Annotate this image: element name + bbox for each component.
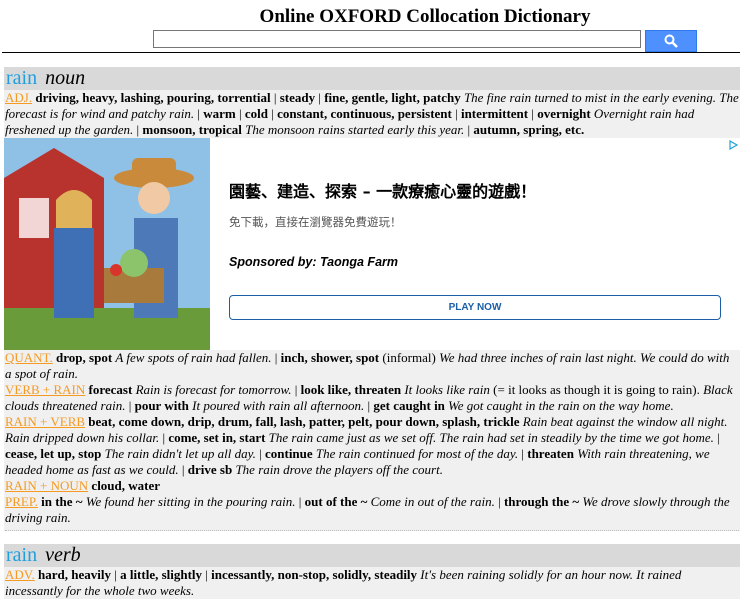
rain-noun-section: RAIN + NOUN cloud, water: [5, 478, 739, 494]
headword: rain: [6, 67, 38, 89]
example: Come in out of the rain.: [370, 494, 495, 509]
entry-rain-noun: rain noun ADJ. driving, heavy, lashing, p…: [4, 67, 740, 531]
adj-section: ADJ. driving, heavy, lashing, pouring, t…: [4, 90, 740, 138]
collocate: constant, continuous, persistent: [277, 106, 452, 121]
play-now-button[interactable]: PLAY NOW: [229, 295, 721, 320]
collocate: hard, heavily: [38, 567, 111, 582]
search-input[interactable]: [153, 30, 641, 48]
ad-sponsor: Sponsored by: Taonga Farm: [229, 255, 399, 269]
example: The rain continued for most of the day.: [315, 446, 519, 461]
collocate: pour with: [134, 398, 189, 413]
quant-section: QUANT. drop, spot A few spots of rain ha…: [5, 350, 730, 381]
collocate: a little, slightly: [120, 567, 203, 582]
example: It poured with rain all afternoon.: [192, 398, 365, 413]
collocate: monsoon, tropical: [142, 122, 242, 137]
entry-rain-verb: rain verb ADV. hard, heavily | a little, …: [4, 544, 740, 599]
collocate: beat, come down, drip, drum, fall, lash,…: [88, 414, 520, 429]
search-button[interactable]: [645, 30, 697, 52]
note: (informal): [382, 350, 436, 365]
ad-choices-icon[interactable]: [728, 140, 738, 150]
ad-subtext: 免下載，直接在瀏覽器免費遊玩！: [229, 215, 402, 229]
collocate: autumn, spring, etc.: [473, 122, 585, 137]
collocate: threaten: [527, 446, 574, 461]
page-header: Online OXFORD Collocation Dictionary: [0, 0, 740, 54]
collocate: inch, shower, spot: [280, 350, 380, 365]
collocate: get caught in: [373, 398, 445, 413]
advertisement[interactable]: 園藝、建造、探索 – 一款療癒心靈的遊戲！ 免下載，直接在瀏覽器免費遊玩！ Sp…: [4, 138, 740, 350]
headword: rain: [6, 544, 38, 566]
ad-farm-illustration[interactable]: [4, 138, 210, 350]
example: We got caught in the rain on the way hom…: [448, 398, 674, 413]
collocate: intermittent: [460, 106, 529, 121]
collocate: come, set in, start: [168, 430, 266, 445]
collocate: driving, heavy, lashing, pouring, torren…: [35, 90, 271, 105]
example: It looks like rain: [404, 382, 490, 397]
rain-verb-section: RAIN + VERB beat, come down, drip, drum,…: [5, 414, 728, 477]
collocation-sections: QUANT. drop, spot A few spots of rain ha…: [4, 350, 740, 531]
rain-noun-label-link[interactable]: RAIN + NOUN: [5, 478, 88, 493]
prep-label-link[interactable]: PREP.: [5, 494, 38, 509]
ad-headline: 園藝、建造、探索 – 一款療癒心靈的遊戲！: [229, 182, 537, 201]
collocate: cloud, water: [91, 478, 161, 493]
example: The rain drove the players off the court…: [235, 462, 443, 477]
part-of-speech: noun: [45, 67, 86, 89]
adv-label-link[interactable]: ADV.: [5, 567, 35, 582]
collocate: continue: [264, 446, 313, 461]
example: A few spots of rain had fallen.: [115, 350, 272, 365]
collocate: incessantly, non-stop, solidly, steadily: [211, 567, 418, 582]
header-divider: [2, 52, 740, 53]
collocate: warm: [203, 106, 236, 121]
verb-rain-label-link[interactable]: VERB + RAIN: [5, 382, 85, 397]
note: (= it looks as though it is going to rai…: [493, 382, 700, 397]
example: The rain didn't let up all day.: [104, 446, 256, 461]
example: Rain is forecast for tomorrow.: [135, 382, 292, 397]
collocate: overnight: [537, 106, 591, 121]
adj-label-link[interactable]: ADJ.: [5, 90, 32, 105]
part-of-speech: verb: [45, 544, 81, 566]
site-title: Online OXFORD Collocation Dictionary: [259, 6, 591, 27]
collocate: drive sb: [187, 462, 233, 477]
collocate: forecast: [88, 382, 133, 397]
collocate: cease, let up, stop: [5, 446, 102, 461]
verb-rain-section: VERB + RAIN forecast Rain is forecast fo…: [5, 382, 733, 413]
search-icon: [664, 34, 678, 48]
example: The monsoon rains started early this yea…: [245, 122, 465, 137]
entry-divider: [5, 530, 739, 531]
quant-label-link[interactable]: QUANT.: [5, 350, 53, 365]
entry-heading: rain noun: [4, 67, 740, 90]
example: The rain came just as we set off. The ra…: [268, 430, 714, 445]
collocate: drop, spot: [56, 350, 113, 365]
collocate: cold: [244, 106, 268, 121]
entry-heading: rain verb: [4, 544, 740, 567]
collocate: fine, gentle, light, patchy: [324, 90, 461, 105]
collocate: out of the ~: [304, 494, 368, 509]
example: We found her sitting in the pouring rain…: [85, 494, 296, 509]
adv-section: ADV. hard, heavily | a little, slightly …: [4, 567, 740, 599]
collocate: look like, threaten: [300, 382, 402, 397]
collocate: steady: [279, 90, 316, 105]
collocate: through the ~: [503, 494, 580, 509]
rain-verb-label-link[interactable]: RAIN + VERB: [5, 414, 85, 429]
prep-section: PREP. in the ~ We found her sitting in t…: [5, 494, 730, 525]
collocate: in the ~: [41, 494, 83, 509]
